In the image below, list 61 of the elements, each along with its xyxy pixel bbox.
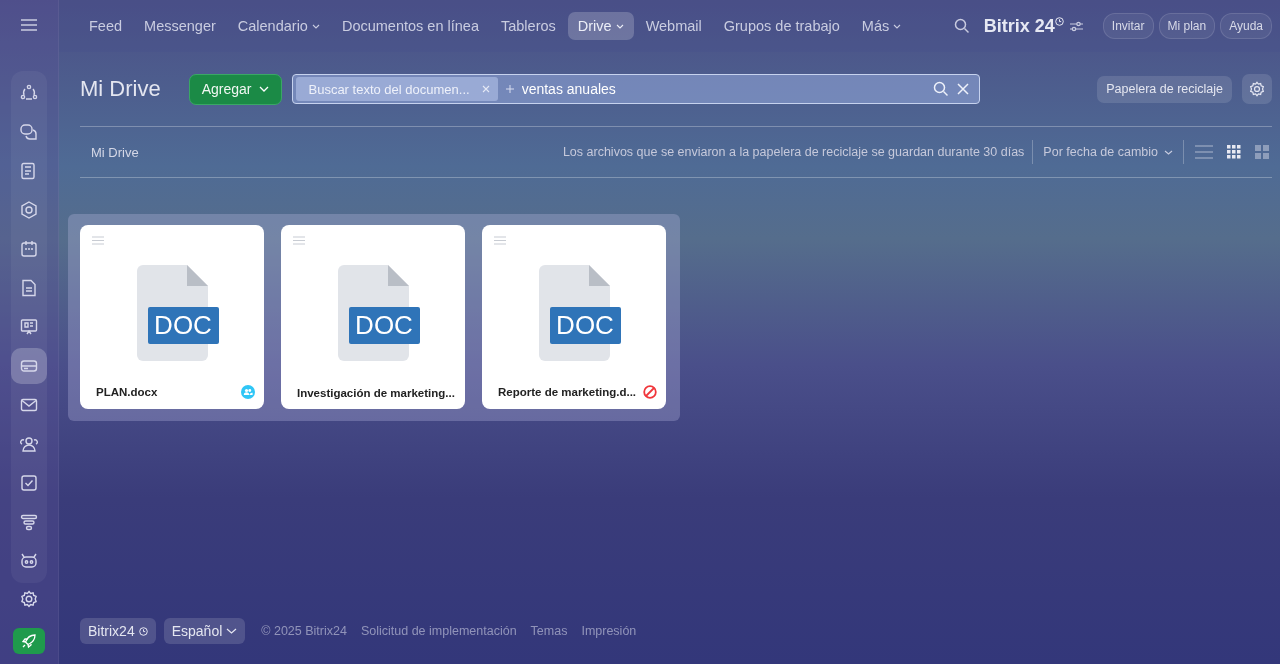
page-title: Mi Drive (80, 76, 161, 102)
file-card[interactable]: DOC Investigación de marketing... (281, 225, 465, 409)
drive-icon[interactable] (11, 348, 47, 384)
file-card[interactable]: DOC Reporte de marketing.d... (482, 225, 666, 409)
document-icon (337, 265, 420, 361)
tile-view-icon[interactable] (1252, 145, 1272, 159)
file-type-label: DOC (555, 309, 615, 342)
logo[interactable]: Bitrix 24 (983, 15, 1055, 37)
breadcrumb[interactable]: Mi Drive (91, 144, 139, 160)
caret-icon (1164, 149, 1173, 155)
close-icon[interactable] (957, 83, 970, 95)
search-icon[interactable] (933, 81, 950, 97)
language-dropdown[interactable]: Español (163, 618, 246, 644)
nav-tab[interactable]: Webmail (635, 12, 712, 40)
menu-icon[interactable] (21, 19, 37, 31)
file-name[interactable]: Reporte de marketing.d... (498, 386, 637, 398)
file-name[interactable]: PLAN.docx (96, 386, 158, 398)
nav-tab[interactable]: Documentos en línea (331, 12, 489, 40)
file-name[interactable]: Investigación de marketing... (297, 387, 455, 399)
brand-button[interactable]: Bitrix24 (80, 618, 156, 644)
nav-tab[interactable]: Feed (79, 12, 133, 40)
settings-button[interactable] (1242, 74, 1272, 104)
clock-icon (138, 626, 148, 636)
document-icon (538, 265, 621, 361)
footer-link[interactable]: Impresión (581, 624, 637, 638)
drag-handle-icon[interactable] (293, 236, 305, 245)
add-button[interactable]: Agregar (188, 73, 283, 105)
nav-tab[interactable]: Más (851, 12, 912, 40)
drag-handle-icon[interactable] (92, 236, 104, 245)
settings-icon[interactable] (20, 590, 38, 608)
document-icon (136, 265, 219, 361)
plus-icon (505, 85, 514, 93)
rocket-button[interactable] (13, 628, 45, 654)
nav-tab[interactable]: Tableros (490, 12, 566, 40)
nav-tab[interactable]: Calendario (227, 12, 330, 40)
nav-tab[interactable]: Drive (567, 12, 634, 40)
footer-link[interactable]: Solicitud de implementación (360, 624, 517, 638)
file-type-label: DOC (153, 309, 213, 342)
settings-icon (1249, 81, 1265, 97)
search-field[interactable]: Buscar texto del documen... ventas anuales (292, 74, 981, 104)
header-button[interactable]: Invitar (1102, 13, 1154, 39)
clock-icon (1054, 16, 1064, 26)
nav-tab[interactable]: Grupos de trabajo (713, 12, 850, 40)
caret-icon (259, 86, 270, 92)
header-button[interactable]: Mi plan (1158, 13, 1216, 39)
caret-icon (226, 628, 238, 634)
search-icon[interactable] (953, 18, 970, 34)
notice-text: Los archivos que se enviaron a la papelera de reciclaje se guardan durante 30 días (562, 145, 1025, 159)
file-card[interactable]: DOC PLAN.docx (80, 225, 264, 409)
trash-button[interactable]: Papelera de reciclaje (1097, 75, 1232, 103)
search-input[interactable]: ventas anuales (521, 81, 926, 97)
sort-dropdown[interactable]: Por fecha de cambio (1041, 145, 1175, 159)
rocket-icon (21, 633, 37, 649)
nav-tab[interactable]: Messenger (134, 12, 226, 40)
file-type-label: DOC (354, 309, 414, 342)
grid-view-icon[interactable] (1224, 145, 1244, 159)
copyright-text: © 2025 Bitrix24 (261, 624, 347, 638)
header-button[interactable]: Ayuda (1220, 13, 1272, 39)
sliders-icon[interactable] (1069, 20, 1083, 32)
drag-handle-icon[interactable] (494, 236, 506, 245)
footer-link[interactable]: Temas (530, 624, 568, 638)
